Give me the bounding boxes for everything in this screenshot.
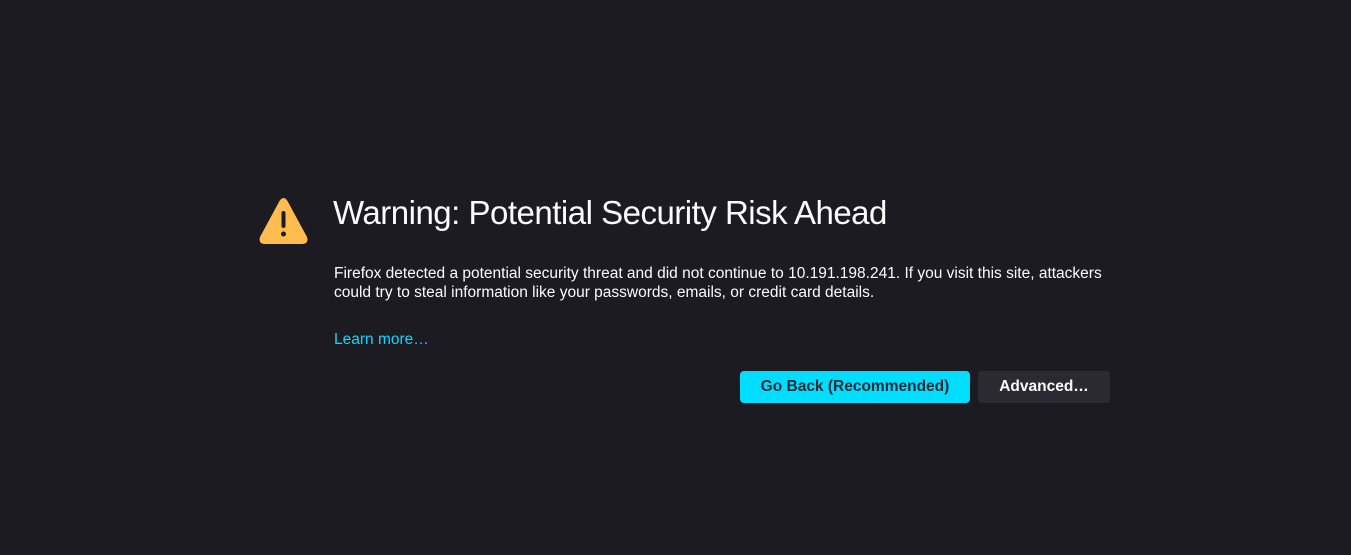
warning-triangle-icon bbox=[258, 197, 309, 245]
go-back-button[interactable]: Go Back (Recommended) bbox=[740, 371, 970, 403]
page-title: Warning: Potential Security Risk Ahead bbox=[333, 194, 887, 231]
error-description: Firefox detected a potential security th… bbox=[334, 265, 1102, 301]
learn-more-link[interactable]: Learn more… bbox=[334, 331, 429, 349]
advanced-button[interactable]: Advanced… bbox=[978, 371, 1110, 403]
